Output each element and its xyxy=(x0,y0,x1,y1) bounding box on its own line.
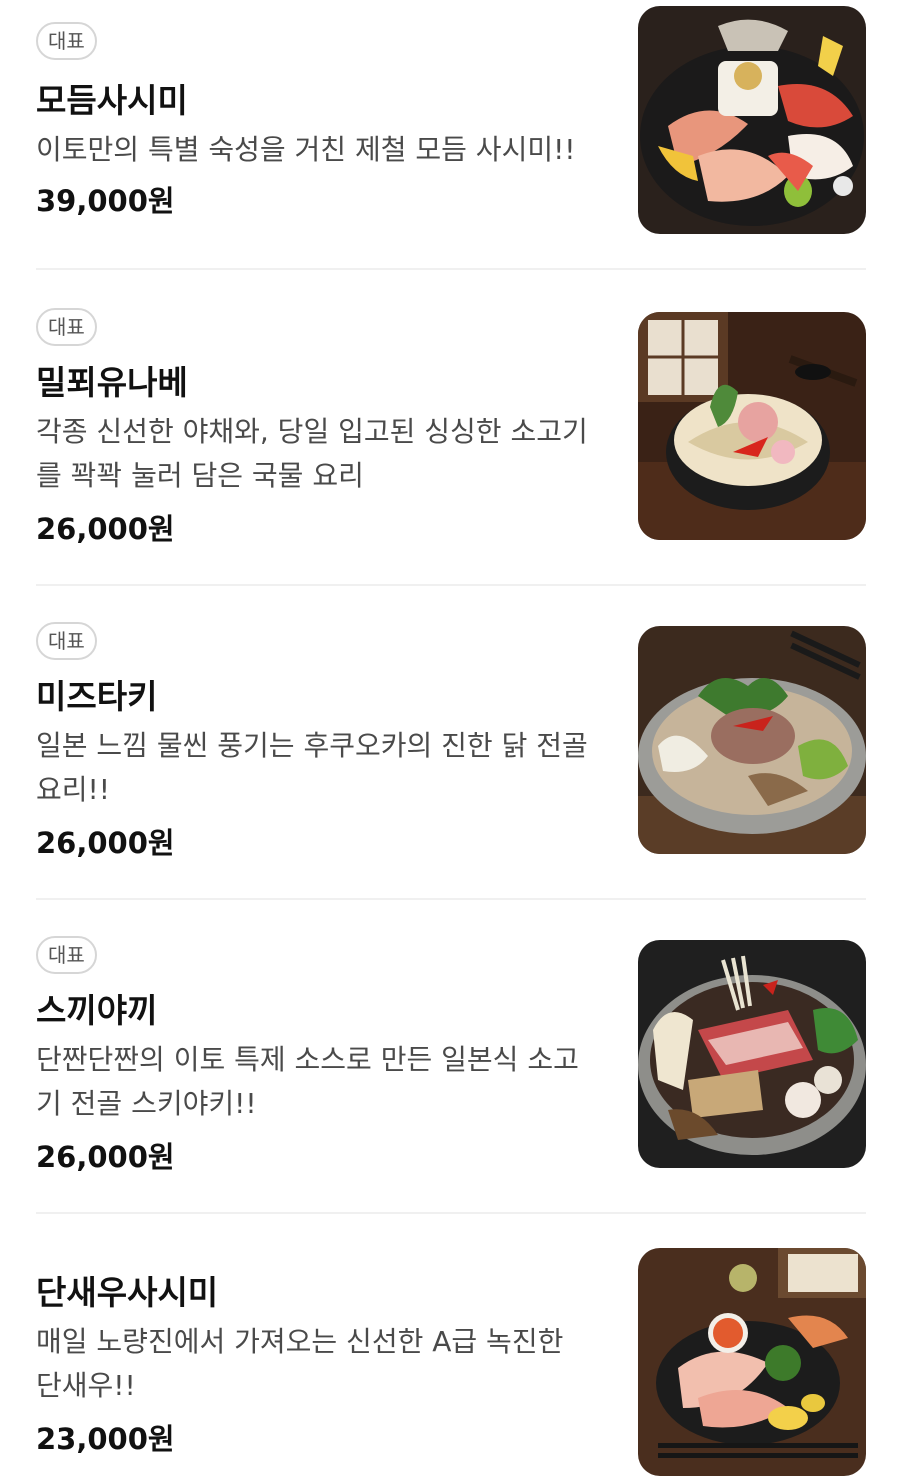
menu-item-description: 이토만의 특별 숙성을 거친 제철 모듬 사시미!! xyxy=(36,133,576,166)
menu-item-name: 미즈타키 xyxy=(36,677,158,716)
divider xyxy=(36,898,866,900)
menu-item-name: 모듬사시미 xyxy=(36,81,188,120)
menu-item-price: 26,000원 xyxy=(36,1140,175,1174)
menu-item-name: 밀푀유나베 xyxy=(36,363,188,402)
menu-item-price: 26,000원 xyxy=(36,512,175,546)
menu-item-photo[interactable] xyxy=(638,1248,866,1476)
menu-item-price: 23,000원 xyxy=(36,1422,175,1456)
menu-item-photo[interactable] xyxy=(638,940,866,1168)
signature-badge: 대표 xyxy=(36,622,97,660)
divider xyxy=(36,268,866,270)
menu-item-description: 단짠단짠의 이토 특제 소스로 만든 일본식 소고기 전골 스키야키!! xyxy=(36,1043,579,1120)
menu-item-photo[interactable] xyxy=(638,6,866,234)
menu-item-밀푀유나베[interactable]: 대표 밀푀유나베 각종 신선한 야채와, 당일 입고된 싱싱한 소고기를 꽉꽉 … xyxy=(36,308,866,546)
signature-badge: 대표 xyxy=(36,22,97,60)
menu-item-name: 스끼야끼 xyxy=(36,991,158,1030)
menu-item-description: 각종 신선한 야채와, 당일 입고된 싱싱한 소고기를 꽉꽉 눌러 담은 국물 … xyxy=(36,415,588,492)
menu-item-photo[interactable] xyxy=(638,312,866,540)
menu-item-price: 26,000원 xyxy=(36,826,175,860)
signature-badge: 대표 xyxy=(36,308,97,346)
menu-item-모듬사시미[interactable]: 대표 모듬사시미 이토만의 특별 숙성을 거친 제철 모듬 사시미!! 39,0… xyxy=(36,6,866,236)
menu-list: 대표 모듬사시미 이토만의 특별 숙성을 거친 제철 모듬 사시미!! 39,0… xyxy=(0,0,900,1482)
menu-item-단새우사시미[interactable]: 단새우사시미 매일 노량진에서 가져오는 신선한 A급 녹진한 단새우!! 23… xyxy=(36,1248,866,1476)
divider xyxy=(36,1212,866,1214)
menu-item-미즈타키[interactable]: 대표 미즈타키 일본 느낌 물씬 풍기는 후쿠오카의 진한 닭 전골 요리!! … xyxy=(36,622,866,860)
menu-item-description: 매일 노량진에서 가져오는 신선한 A급 녹진한 단새우!! xyxy=(36,1325,564,1402)
menu-item-price: 39,000원 xyxy=(36,184,175,218)
signature-badge: 대표 xyxy=(36,936,97,974)
divider xyxy=(36,584,866,586)
menu-item-name: 단새우사시미 xyxy=(36,1273,219,1312)
menu-item-스끼야끼[interactable]: 대표 스끼야끼 단짠단짠의 이토 특제 소스로 만든 일본식 소고기 전골 스키… xyxy=(36,936,866,1174)
menu-item-photo[interactable] xyxy=(638,626,866,854)
menu-item-description: 일본 느낌 물씬 풍기는 후쿠오카의 진한 닭 전골 요리!! xyxy=(36,729,588,806)
